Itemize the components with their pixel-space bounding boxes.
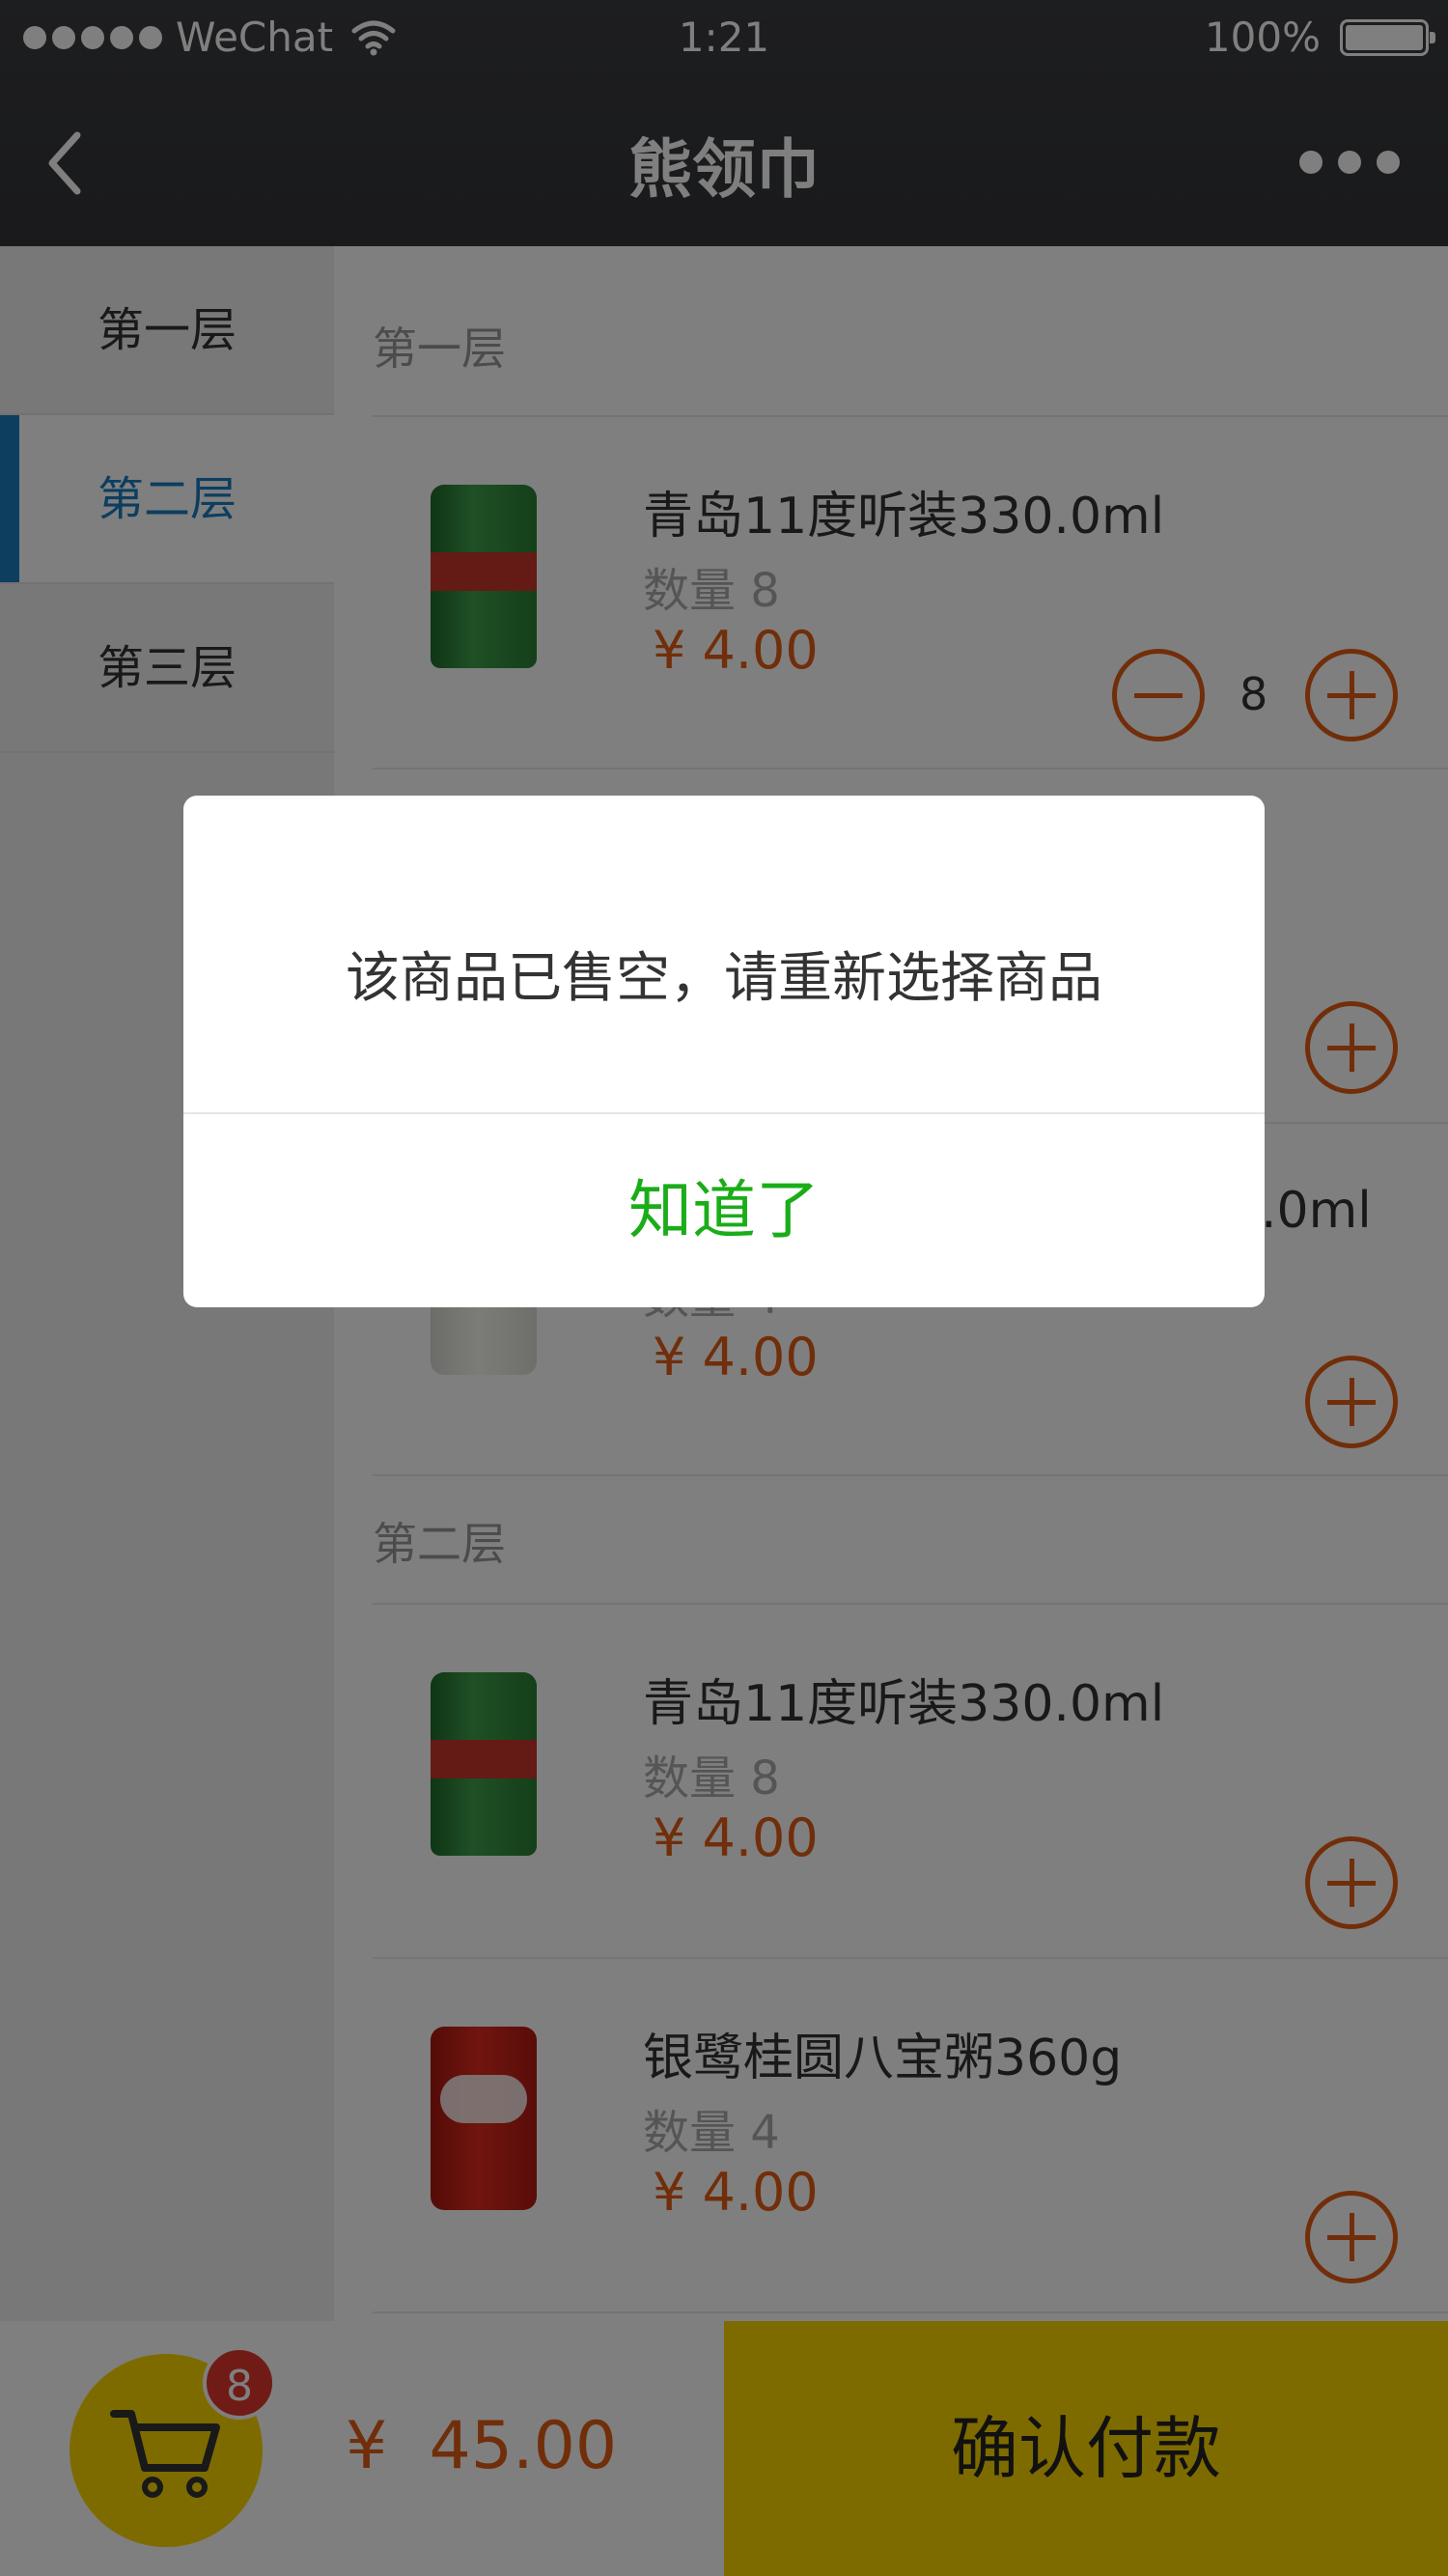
dialog-message: 该商品已售空，请重新选择商品 [346,947,1102,1010]
ok-button[interactable]: 知道了 [183,1114,1265,1307]
alert-dialog: 该商品已售空，请重新选择商品 知道了 [183,796,1265,1307]
